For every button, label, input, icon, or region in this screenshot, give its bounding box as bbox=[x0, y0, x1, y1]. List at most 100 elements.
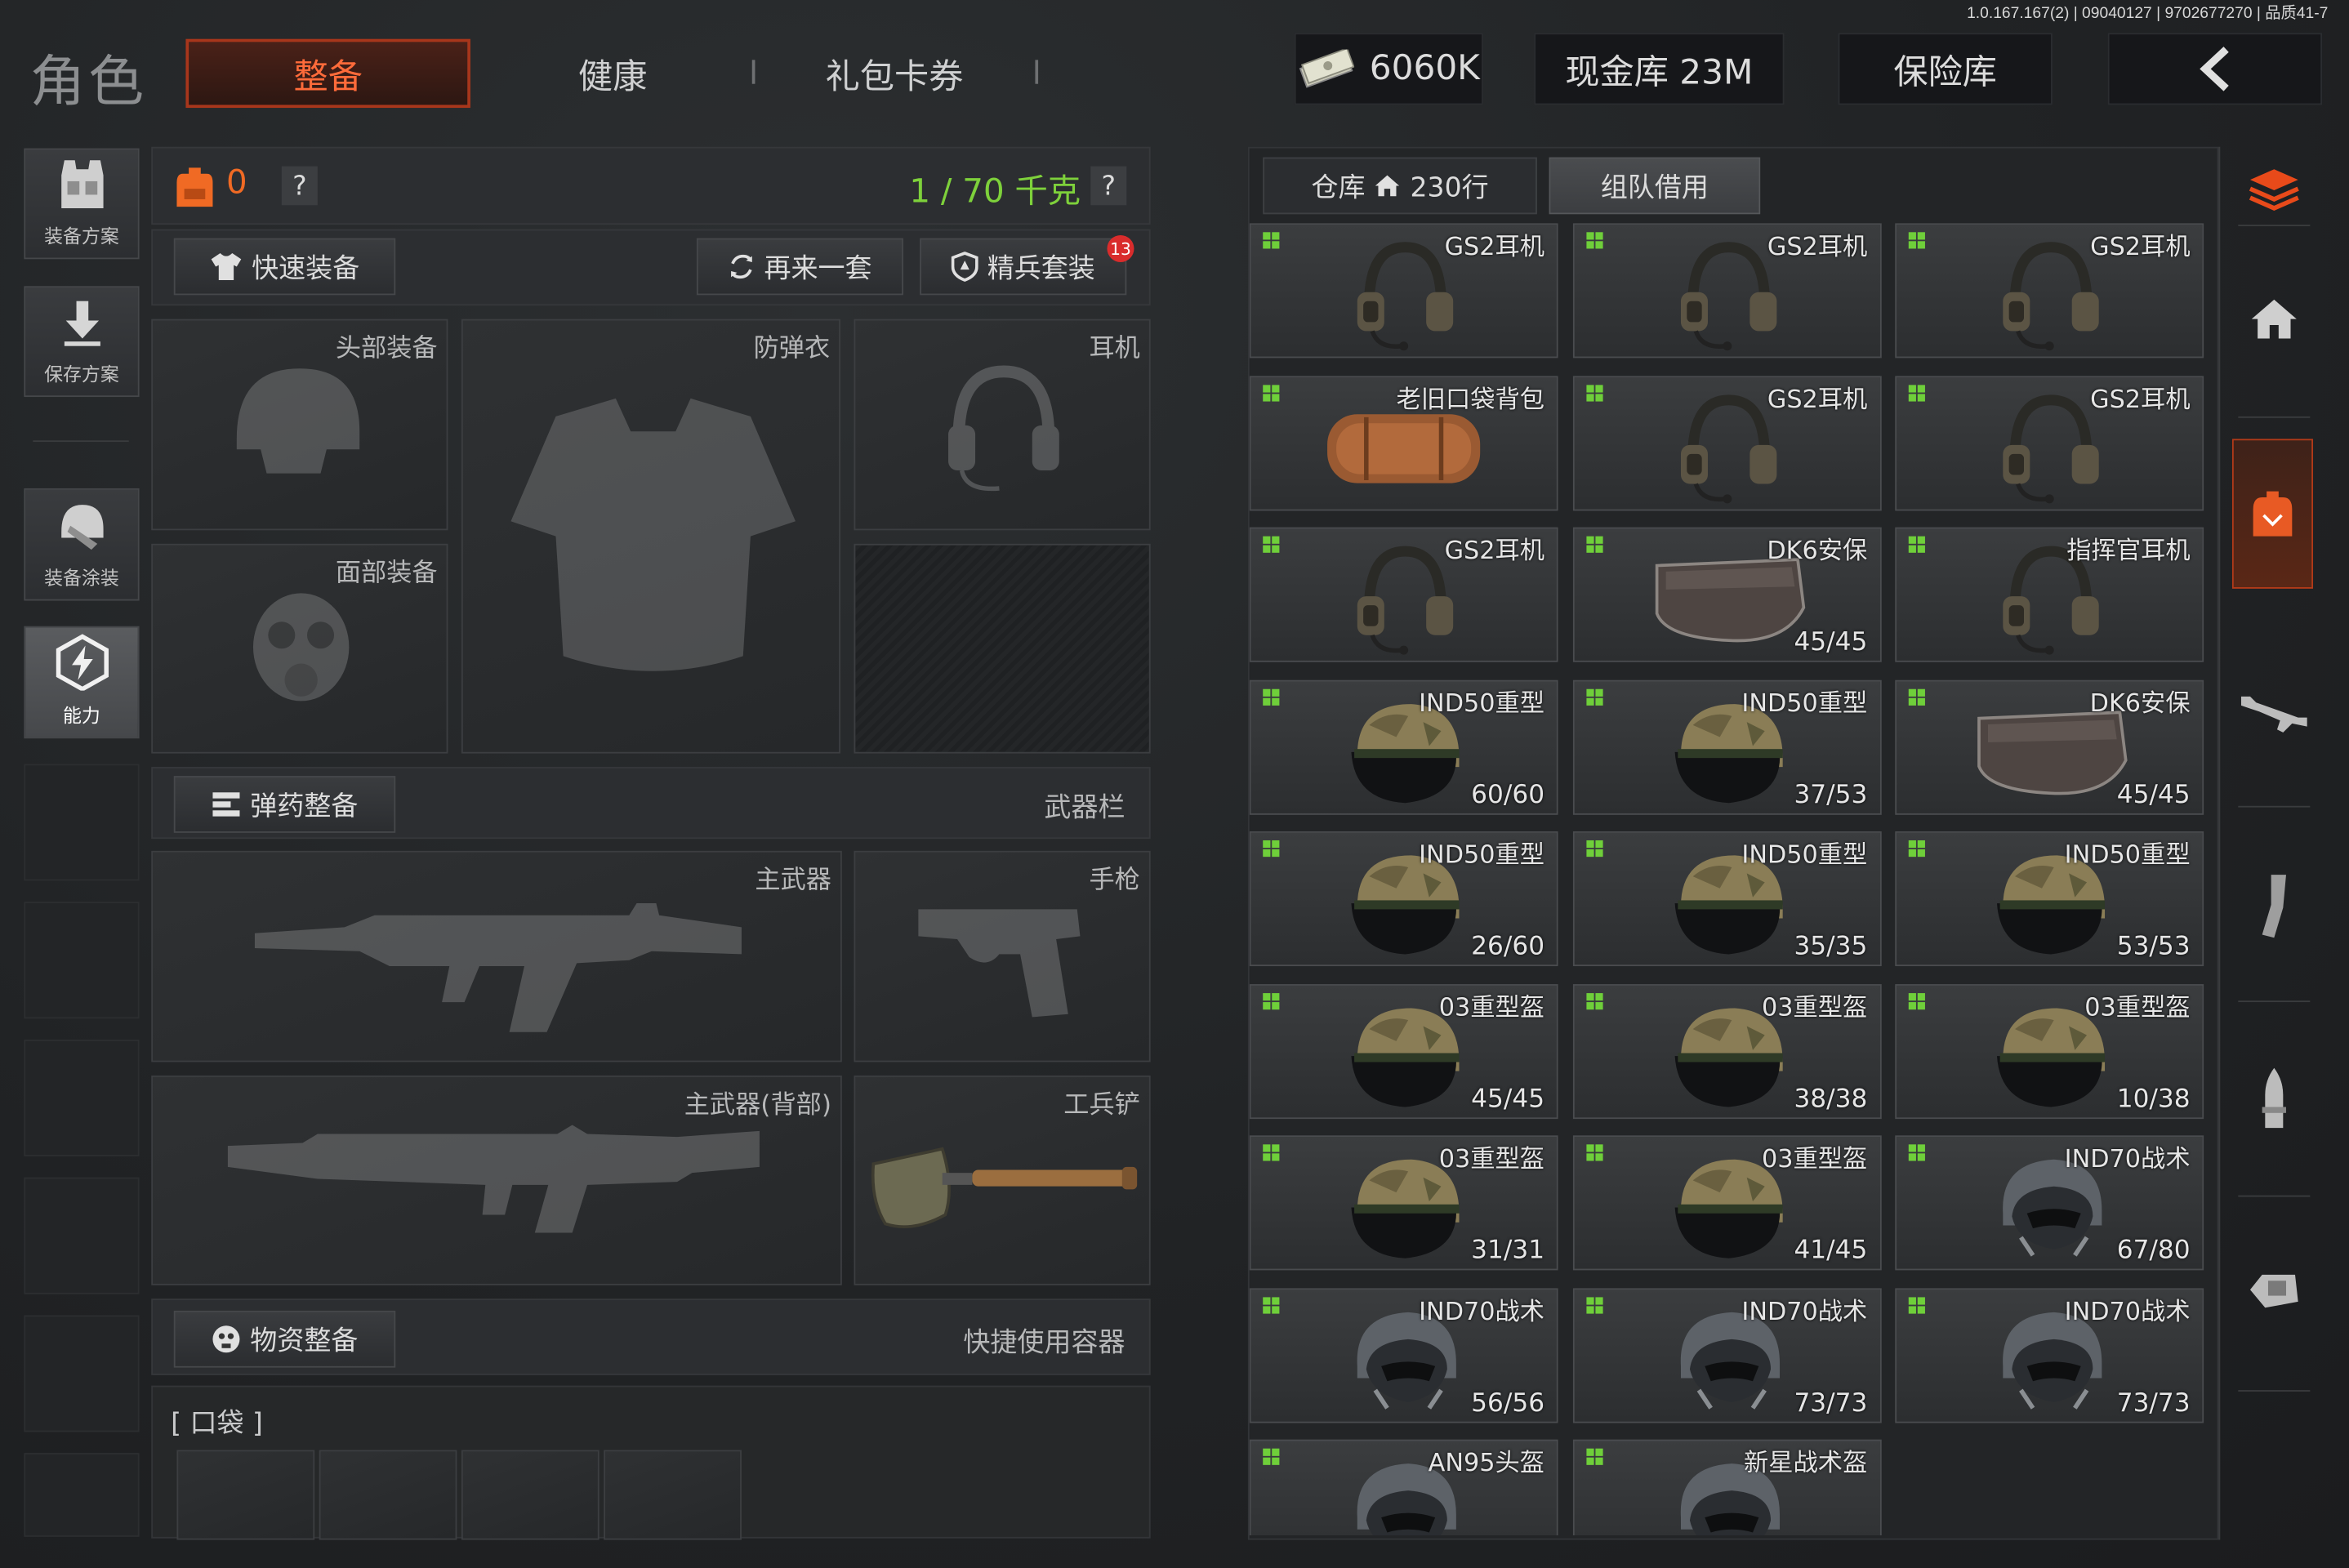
warehouse-item[interactable]: IND70战术 73/73 bbox=[1571, 1287, 1881, 1423]
pistol-slot[interactable]: 手枪 bbox=[854, 850, 1151, 1062]
safe-box-button[interactable]: 保险库 bbox=[1838, 33, 2053, 105]
tab-health[interactable]: 健康 bbox=[470, 39, 755, 108]
warehouse-item[interactable]: IND50重型 35/35 bbox=[1571, 831, 1881, 967]
warehouse-item[interactable]: IND70战术 73/73 bbox=[1895, 1287, 2204, 1423]
warehouse-item[interactable]: IND70战术 56/56 bbox=[1249, 1287, 1558, 1423]
warehouse-item[interactable]: 03重型盔 10/38 bbox=[1895, 983, 2204, 1119]
pocket-slot[interactable] bbox=[176, 1450, 315, 1540]
ability-button[interactable]: 能力 bbox=[24, 626, 140, 739]
pocket-slot[interactable] bbox=[319, 1450, 457, 1540]
storage-rows: 230行 bbox=[1410, 172, 1489, 204]
elite-kit-button[interactable]: 精兵套装 bbox=[920, 238, 1127, 296]
storage-tab-label: 仓库 bbox=[1311, 172, 1366, 204]
item-durability: 31/31 bbox=[1471, 1236, 1545, 1266]
rifle-filter-button[interactable] bbox=[2232, 671, 2316, 752]
warehouse-item[interactable]: IND70战术 67/80 bbox=[1895, 1135, 2204, 1271]
storage-tab[interactable]: 仓库 230行 bbox=[1263, 157, 1537, 215]
save-plan-button[interactable]: 保存方案 bbox=[24, 286, 140, 398]
empty-slot bbox=[24, 1039, 140, 1157]
supply-equip-button[interactable]: 物资整备 bbox=[173, 1310, 396, 1368]
pocket-slot[interactable] bbox=[604, 1450, 742, 1540]
warehouse-item[interactable]: 03重型盔 41/45 bbox=[1571, 1135, 1881, 1271]
item-name: GS2耳机 bbox=[2090, 384, 2191, 413]
ammo-equip-label: 弹药整备 bbox=[250, 791, 359, 822]
tab-gift-cards[interactable]: 礼包卡券 bbox=[752, 39, 1036, 108]
quick-equip-button[interactable]: 快速装备 bbox=[173, 238, 396, 296]
warehouse-item[interactable]: GS2耳机 bbox=[1895, 223, 2204, 359]
warehouse-item[interactable]: 03重型盔 31/31 bbox=[1249, 1135, 1558, 1271]
home-button[interactable] bbox=[2232, 282, 2316, 357]
backpack-filter-button[interactable] bbox=[2231, 439, 2314, 589]
warehouse-item[interactable]: AN95头盔 bbox=[1249, 1439, 1558, 1536]
layers-button[interactable] bbox=[2232, 153, 2316, 225]
right-sidebar-divider bbox=[2218, 146, 2221, 1540]
team-borrow-tab[interactable]: 组队借用 bbox=[1549, 157, 1761, 215]
warehouse-item[interactable]: DK6安保 45/45 bbox=[1571, 527, 1881, 662]
warehouse-item[interactable]: 指挥官耳机 bbox=[1895, 527, 2204, 662]
warehouse-item[interactable]: GS2耳机 bbox=[1895, 375, 2204, 510]
loadout-plan-button[interactable]: 装备方案 bbox=[24, 148, 140, 260]
item-name: 03重型盔 bbox=[1438, 1144, 1545, 1174]
primary-weapon-label: 主武器 bbox=[755, 866, 831, 896]
quality-grid-icon bbox=[1263, 840, 1280, 858]
equipment-paint-button[interactable]: 装备涂装 bbox=[24, 488, 140, 601]
warehouse-item[interactable]: GS2耳机 bbox=[1571, 375, 1881, 510]
cash-vault-button[interactable]: 现金库 23M bbox=[1534, 33, 1785, 105]
headset-icon bbox=[1680, 242, 1776, 351]
bullet-filter-button[interactable] bbox=[2232, 1058, 2316, 1142]
warehouse-item[interactable]: IND50重型 37/53 bbox=[1571, 679, 1881, 814]
sight-filter-button[interactable] bbox=[2232, 1250, 2316, 1330]
item-name: DK6安保 bbox=[2089, 688, 2191, 717]
primary-back-weapon-slot[interactable]: 主武器(背部) bbox=[151, 1075, 842, 1285]
supply-equip-label: 物资整备 bbox=[250, 1325, 359, 1357]
face-gear-slot[interactable]: 面部装备 bbox=[151, 543, 448, 754]
shield-icon bbox=[951, 252, 978, 282]
item-name: GS2耳机 bbox=[1767, 232, 1868, 261]
item-name: 指挥官耳机 bbox=[2066, 536, 2191, 565]
item-durability: 37/53 bbox=[1794, 779, 1868, 810]
item-durability: 38/38 bbox=[1794, 1084, 1868, 1114]
empty-slot bbox=[24, 1177, 140, 1294]
again-label: 再来一套 bbox=[764, 252, 872, 285]
item-durability: 53/53 bbox=[2116, 931, 2191, 962]
body-armor-label: 防弹衣 bbox=[753, 334, 831, 364]
body-armor-slot[interactable]: 防弹衣 bbox=[461, 318, 840, 754]
warehouse-item[interactable]: IND50重型 53/53 bbox=[1895, 831, 2204, 967]
primary-weapon-slot[interactable]: 主武器 bbox=[151, 850, 842, 1062]
pocket-slot[interactable] bbox=[461, 1450, 600, 1540]
pocket-label: [ 口袋 ] bbox=[171, 1408, 263, 1440]
weight-help-button[interactable]: ? bbox=[1090, 166, 1127, 206]
item-durability: 56/56 bbox=[1471, 1388, 1545, 1419]
quick-container-label: 快捷使用容器 bbox=[963, 1327, 1125, 1359]
help-button[interactable]: ? bbox=[281, 166, 318, 206]
weight-text: 1 / 70 千克 bbox=[909, 173, 1081, 212]
warehouse-item[interactable]: DK6安保 45/45 bbox=[1895, 679, 2204, 814]
earphone-slot[interactable]: 耳机 bbox=[854, 318, 1151, 531]
loadout-plan-label: 装备方案 bbox=[44, 225, 119, 247]
again-button[interactable]: 再来一套 bbox=[696, 238, 904, 296]
warehouse-item[interactable]: GS2耳机 bbox=[1249, 527, 1558, 662]
item-durability: 73/73 bbox=[2116, 1388, 2191, 1419]
warehouse-item[interactable]: 老旧口袋背包 bbox=[1249, 375, 1558, 510]
warehouse-item[interactable]: 03重型盔 45/45 bbox=[1249, 983, 1558, 1119]
magazine-filter-button[interactable] bbox=[2232, 862, 2316, 951]
warehouse-item[interactable]: 03重型盔 38/38 bbox=[1571, 983, 1881, 1119]
back-button[interactable] bbox=[2107, 33, 2323, 105]
warehouse-item[interactable]: GS2耳机 bbox=[1249, 223, 1558, 359]
tab-equip[interactable]: 整备 bbox=[185, 38, 470, 109]
shovel-label: 工兵铲 bbox=[1063, 1090, 1140, 1120]
quality-grid-icon bbox=[1585, 1448, 1602, 1465]
warehouse-item[interactable]: 新星战术盔 bbox=[1571, 1439, 1881, 1536]
warehouse-item[interactable]: GS2耳机 bbox=[1571, 223, 1881, 359]
item-durability: 45/45 bbox=[2116, 779, 2191, 810]
quality-grid-icon bbox=[1908, 536, 1925, 553]
backpack-icon bbox=[176, 167, 213, 207]
shovel-slot[interactable]: 工兵铲 bbox=[854, 1075, 1151, 1285]
head-gear-slot[interactable]: 头部装备 bbox=[151, 318, 448, 531]
quality-grid-icon bbox=[1585, 1144, 1602, 1161]
ammo-equip-button[interactable]: 弹药整备 bbox=[173, 776, 396, 833]
empty-slot bbox=[24, 1453, 140, 1537]
warehouse-item[interactable]: IND50重型 60/60 bbox=[1249, 679, 1558, 814]
warehouse-item[interactable]: IND50重型 26/60 bbox=[1249, 831, 1558, 967]
pistol-silhouette-icon bbox=[918, 909, 1081, 1018]
